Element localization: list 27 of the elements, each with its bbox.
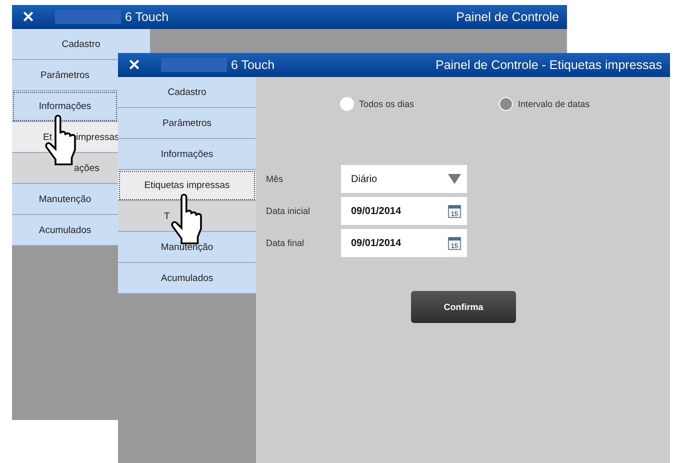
menu-item[interactable]: Parâmetros — [12, 60, 118, 91]
menu-item[interactable]: Etiquetas impressas — [118, 170, 256, 201]
redacted-block — [161, 58, 227, 72]
menu-item[interactable]: Acumulados — [118, 263, 256, 294]
window-title: Painel de Controle - Etiquetas impressas — [435, 58, 662, 72]
app-name: 6 Touch — [125, 10, 169, 24]
menu-item[interactable]: Acumulados — [12, 215, 118, 246]
menu-item[interactable]: Manutenção — [118, 232, 256, 263]
radio-option[interactable]: Todos os dias — [340, 97, 414, 111]
close-button[interactable]: ✕ — [128, 58, 141, 72]
radio-option[interactable]: Intervalo de datas — [499, 97, 590, 111]
menu-item[interactable]: Parâmetros — [118, 108, 256, 139]
confirm-button[interactable]: Confirma — [411, 291, 516, 323]
menu-item[interactable]: Informações — [118, 139, 256, 170]
dropdown-field[interactable]: Diário — [341, 165, 467, 193]
close-button[interactable]: ✕ — [22, 10, 35, 24]
window-title: Painel de Controle — [456, 10, 559, 24]
field-label: Mês — [266, 174, 284, 184]
redacted-block — [55, 10, 121, 24]
field-label: Data final — [266, 238, 306, 248]
menu-item[interactable]: Cadastro — [118, 77, 256, 108]
app-name: 6 Touch — [231, 58, 275, 72]
menu-item[interactable]: Informações — [12, 91, 118, 122]
dropdown-arrow-icon — [448, 174, 461, 184]
menu-item[interactable]: Cadastro — [12, 29, 150, 60]
menu-item[interactable]: Manutenção — [12, 184, 118, 215]
field-label: Data inicial — [266, 206, 312, 216]
